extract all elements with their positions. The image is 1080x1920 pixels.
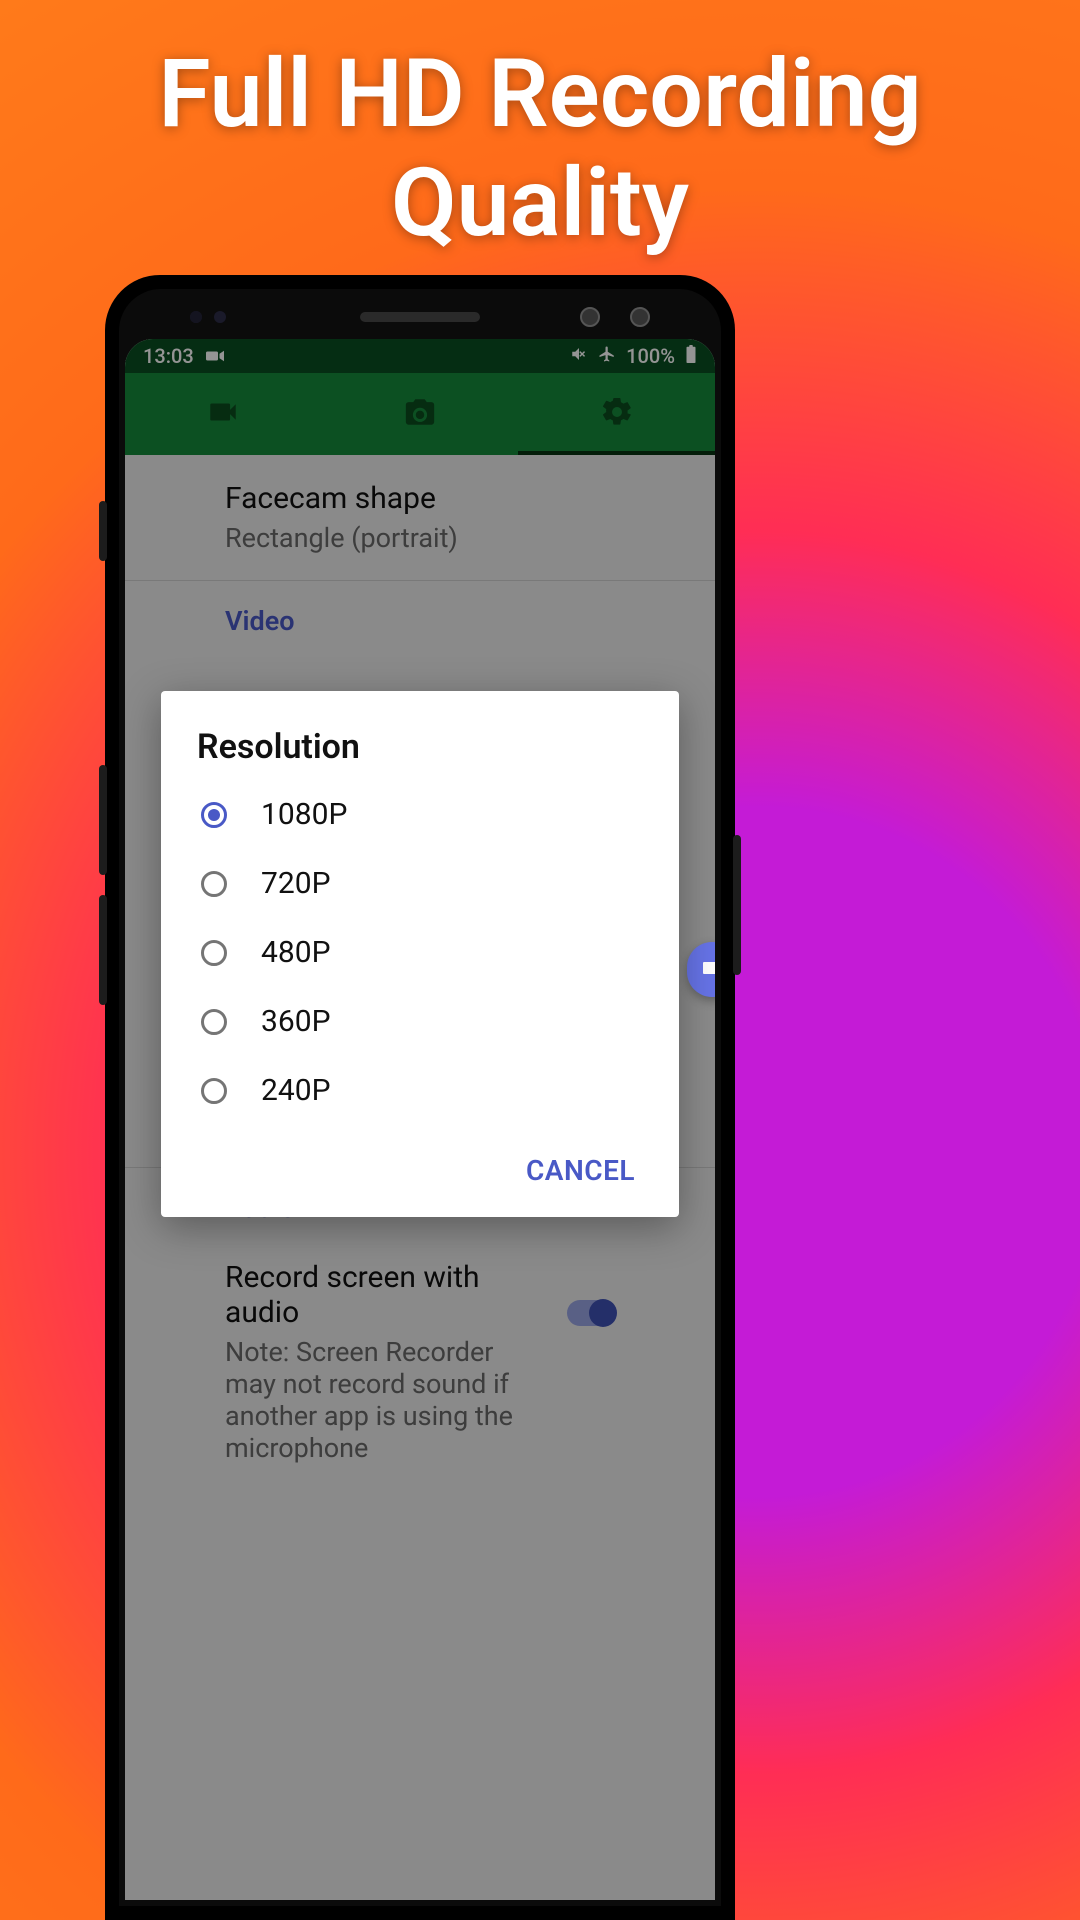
videocam-icon [700,956,715,984]
sensor-dot [190,311,202,323]
radio-unselected-icon [201,1078,227,1104]
phone-screen: 13:03 100% [125,339,715,1900]
phone-power-button [733,835,741,975]
resolution-dialog: Resolution 1080P 720P 480P [161,691,679,1217]
phone-speaker-row [125,295,715,339]
phone-volume-up [99,765,107,875]
option-label: 480P [261,935,331,970]
front-camera [580,307,600,327]
phone-volume-down [99,895,107,1005]
resolution-option-720p[interactable]: 720P [201,866,643,901]
resolution-option-360p[interactable]: 360P [201,1004,643,1039]
phone-bixby-button [99,501,107,561]
option-label: 1080P [261,797,347,832]
iris-sensor [630,307,650,327]
promo-headline: Full HD Recording Quality [0,40,1080,259]
dialog-title: Resolution [197,727,643,767]
phone-frame: 13:03 100% [105,275,735,1920]
radio-unselected-icon [201,940,227,966]
cancel-button[interactable]: CANCEL [518,1142,643,1199]
phone-speaker [360,312,480,322]
resolution-option-480p[interactable]: 480P [201,935,643,970]
promo-background: Full HD Recording Quality [0,0,1080,1920]
radio-selected-icon [201,802,227,828]
resolution-option-list: 1080P 720P 480P 360P [197,797,643,1108]
resolution-option-1080p[interactable]: 1080P [201,797,643,832]
option-label: 360P [261,1004,331,1039]
sensor-dot [214,311,226,323]
radio-unselected-icon [201,871,227,897]
resolution-option-240p[interactable]: 240P [201,1073,643,1108]
dialog-actions: CANCEL [197,1142,643,1199]
option-label: 240P [261,1073,331,1108]
radio-unselected-icon [201,1009,227,1035]
option-label: 720P [261,866,331,901]
phone-bezel: 13:03 100% [119,289,721,1906]
